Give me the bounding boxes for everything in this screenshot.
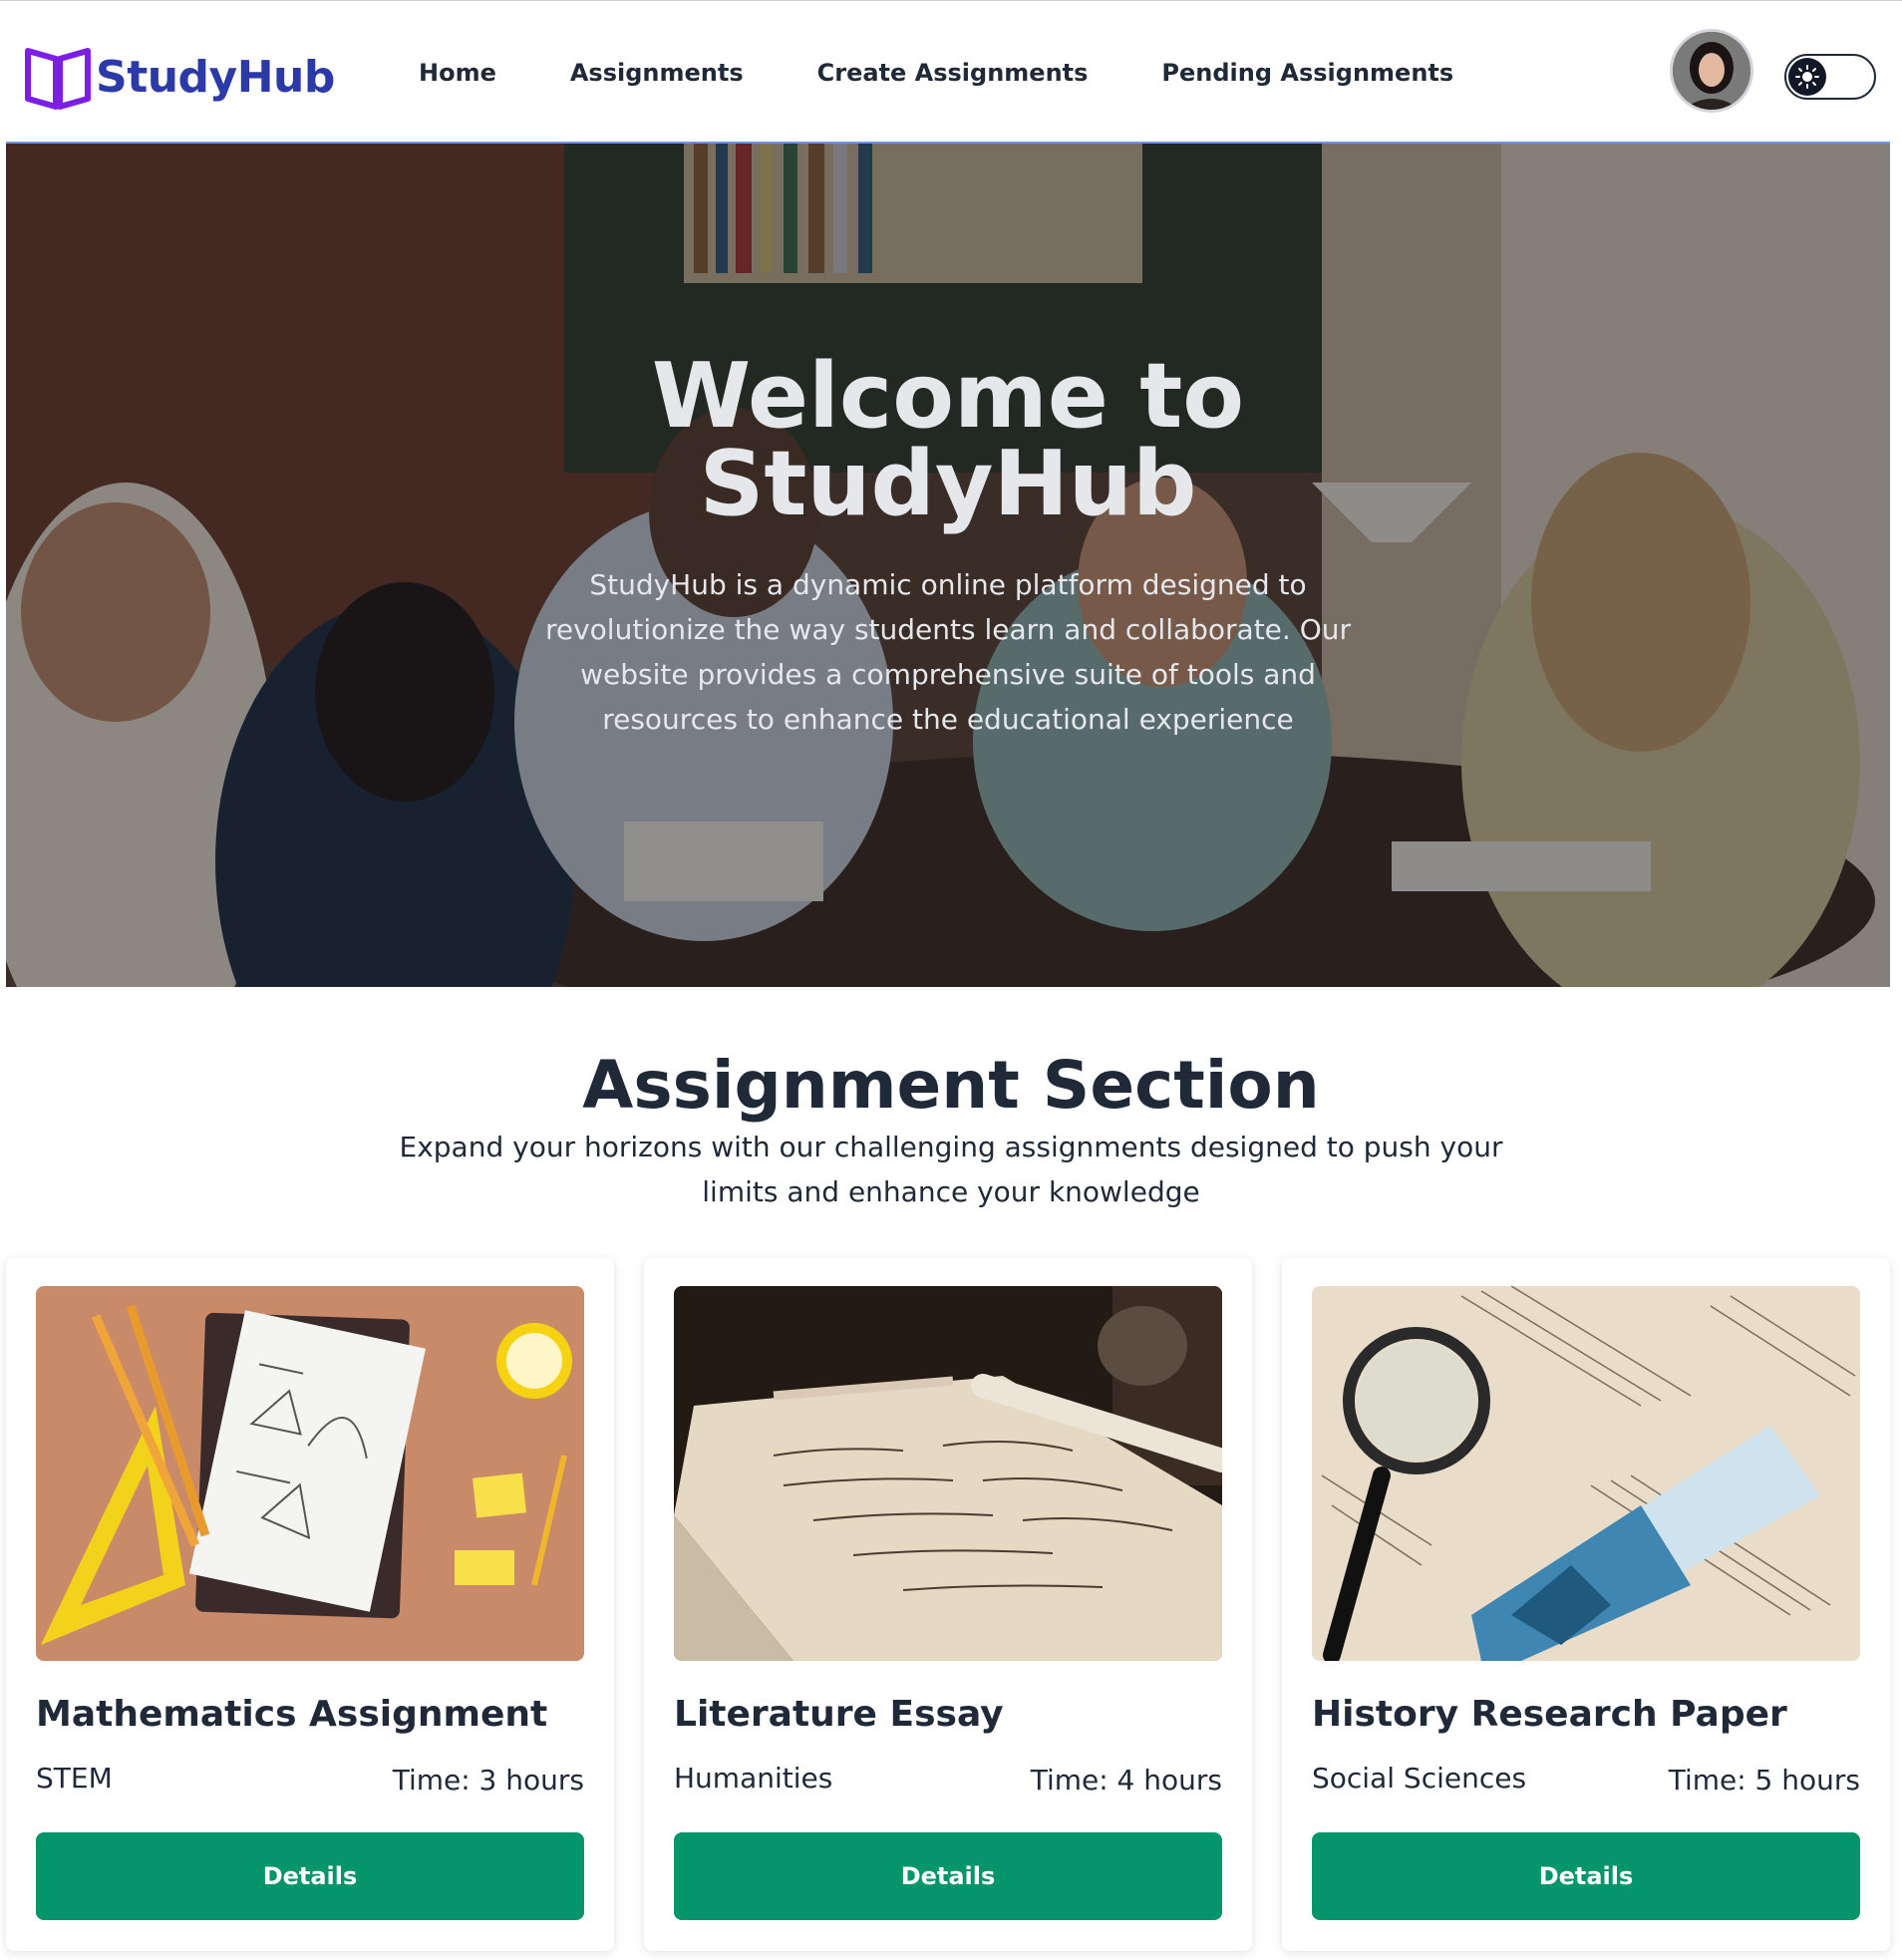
card-category: Social Sciences — [1312, 1762, 1527, 1795]
section-title: Assignment Section — [582, 1047, 1320, 1124]
navbar: StudyHub Home Assignments Create Assignm… — [0, 0, 1902, 145]
assignment-card: Mathematics Assignment STEM Time: 3 hour… — [6, 1258, 614, 1951]
user-avatar[interactable] — [1670, 29, 1753, 113]
book-logo-icon — [25, 48, 91, 110]
section-subtitle: Expand your horizons with our challengin… — [399, 1131, 1503, 1208]
card-time: Time: 5 hours — [1668, 1764, 1860, 1797]
hero-description: StudyHub is a dynamic online platform de… — [544, 568, 1352, 736]
nav-assignments[interactable]: Assignments — [570, 59, 744, 87]
details-button[interactable]: Details — [1312, 1832, 1860, 1920]
card-category: Humanities — [674, 1762, 833, 1795]
sun-icon — [1788, 58, 1826, 96]
card-time: Time: 4 hours — [1030, 1764, 1222, 1797]
hero-banner: Welcome to StudyHub StudyHub is a dynami… — [6, 144, 1890, 987]
details-button[interactable]: Details — [674, 1832, 1222, 1920]
nav-create-assignments[interactable]: Create Assignments — [817, 59, 1089, 87]
avatar-image — [1673, 32, 1750, 110]
hero-title: Welcome to StudyHub — [6, 344, 1890, 536]
nav-pending-assignments[interactable]: Pending Assignments — [1161, 59, 1453, 87]
card-time: Time: 3 hours — [392, 1764, 584, 1797]
card-title: Mathematics Assignment — [36, 1694, 548, 1735]
card-image-history — [1312, 1286, 1860, 1661]
card-category: STEM — [36, 1762, 113, 1795]
hero-title-line2: StudyHub — [699, 432, 1197, 536]
assignment-card: Literature Essay Humanities Time: 4 hour… — [644, 1258, 1252, 1951]
card-title: History Research Paper — [1312, 1694, 1787, 1735]
card-image-math — [36, 1286, 584, 1661]
nav-home[interactable]: Home — [419, 59, 496, 87]
brand-logo[interactable]: StudyHub — [22, 41, 335, 113]
card-title: Literature Essay — [674, 1694, 1004, 1735]
assignment-card: History Research Paper Social Sciences T… — [1282, 1258, 1890, 1951]
brand-name: StudyHub — [96, 51, 335, 103]
hero-title-line1: Welcome to — [651, 344, 1245, 449]
card-image-literature — [674, 1286, 1222, 1661]
nav-links: Home Assignments Create Assignments Pend… — [419, 59, 1527, 87]
theme-toggle[interactable] — [1784, 54, 1876, 100]
details-button[interactable]: Details — [36, 1832, 584, 1920]
